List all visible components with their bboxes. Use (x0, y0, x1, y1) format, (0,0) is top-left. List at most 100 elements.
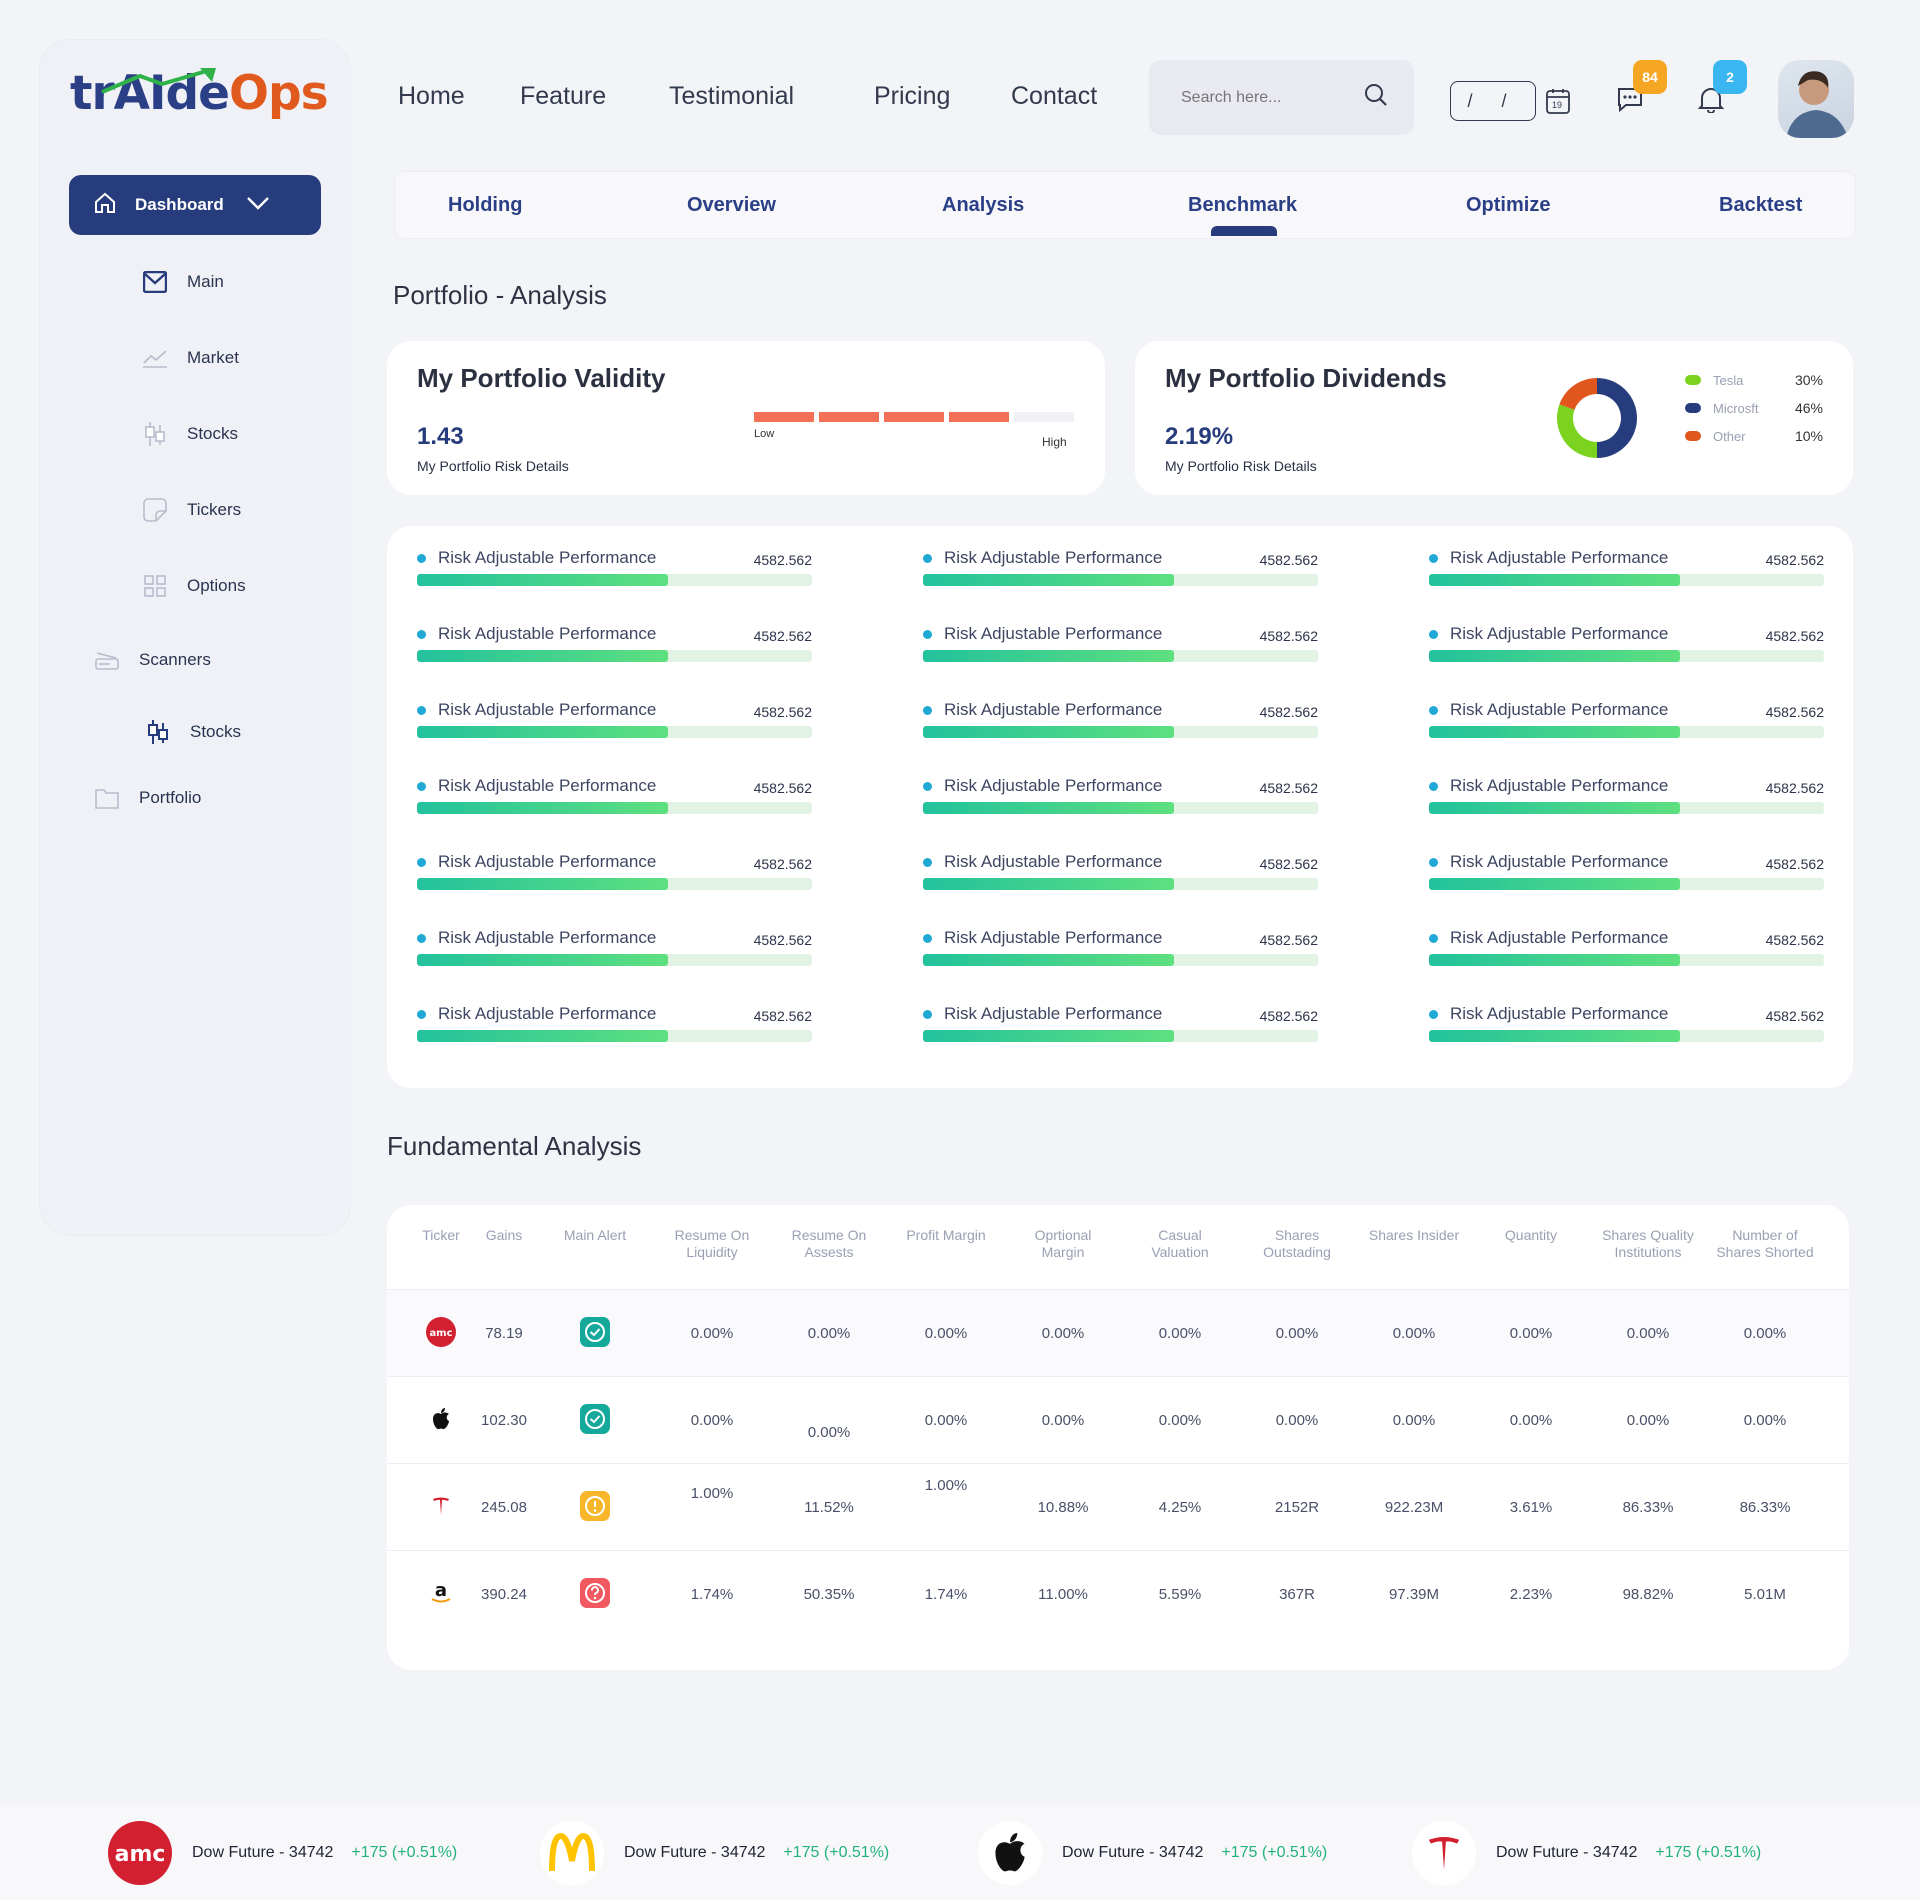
chart-line-icon (141, 344, 169, 372)
mail-icon (141, 268, 169, 296)
performance-bar-fill (1429, 726, 1680, 738)
ticker-item[interactable]: Dow Future - 34742 +175 (+0.51%) (978, 1805, 1327, 1900)
dashboard-button[interactable]: Dashboard (69, 175, 321, 235)
performance-bar (923, 802, 1318, 814)
table-row[interactable]: amc 78.19 0.00% 0.00% 0.00% 0.00% 0.00% 0.00% 0.… (387, 1289, 1849, 1376)
data-cell: 0.00% (1275, 1325, 1319, 1342)
nav-testimonial[interactable]: Testimonial (669, 82, 794, 111)
performance-item: Risk Adjustable Performance 4582.562 (923, 1004, 1318, 1042)
bullet-icon (1429, 1009, 1438, 1019)
sidebar-item-market[interactable]: Market (141, 338, 239, 378)
performance-bar (1429, 650, 1824, 662)
sidebar-item-scanners-stocks[interactable]: Stocks (144, 712, 241, 752)
column-header: Gains (485, 1227, 523, 1243)
data-cell: 0.00% (807, 1325, 851, 1342)
donut-slice (1597, 378, 1637, 458)
grid-icon (141, 572, 169, 600)
sidebar-item-options[interactable]: Options (141, 566, 246, 606)
column-header: Resume On Assests (791, 1227, 867, 1260)
column-header: Shares Quality Institutions (1602, 1227, 1694, 1260)
date-input[interactable]: / / (1450, 81, 1536, 121)
data-cell: 2152R (1274, 1499, 1320, 1516)
folder-icon (93, 784, 121, 812)
check-circle-icon[interactable] (580, 1404, 610, 1434)
donut-slice (1559, 378, 1597, 410)
data-cell: 0.00% (1743, 1325, 1787, 1342)
performance-bar-fill (923, 1030, 1174, 1042)
performance-bar-fill (417, 650, 668, 662)
candlestick-icon (144, 718, 172, 746)
page-title: Portfolio - Analysis (393, 280, 607, 310)
tab-holding[interactable]: Holding (448, 194, 522, 217)
table-row[interactable]: 102.30 0.00% 0.00% 0.00% 0.00% 0.00% 0.00% 0.00… (387, 1376, 1849, 1463)
tab-analysis[interactable]: Analysis (942, 194, 1024, 217)
search-input[interactable] (1181, 88, 1351, 107)
tab-benchmark[interactable]: Benchmark (1188, 194, 1297, 217)
performance-item: Risk Adjustable Performance 4582.562 (1429, 624, 1824, 662)
ticker-change: +175 (+0.51%) (783, 1843, 890, 1861)
data-cell: 0.00% (690, 1412, 734, 1429)
avatar[interactable] (1778, 60, 1854, 138)
performance-value: 4582.562 (1259, 932, 1318, 948)
performance-value: 4582.562 (753, 856, 812, 872)
sidebar-item-tickers[interactable]: Tickers (141, 490, 241, 530)
warning-icon[interactable] (580, 1491, 610, 1521)
performance-item: Risk Adjustable Performance 4582.562 (417, 624, 812, 662)
nav-pricing[interactable]: Pricing (874, 82, 950, 111)
performance-item: Risk Adjustable Performance 4582.562 (923, 928, 1318, 966)
nav-home[interactable]: Home (398, 82, 465, 111)
validity-meter (754, 412, 1074, 422)
sidebar-item-scanners[interactable]: Scanners (93, 640, 211, 680)
ticker-item[interactable]: amc Dow Future - 34742 +175 (+0.51%) (108, 1805, 457, 1900)
column-header: Main Alert (563, 1227, 627, 1243)
search-icon[interactable] (1364, 83, 1388, 112)
performance-value: 4582.562 (1259, 704, 1318, 720)
performance-bar-fill (417, 574, 668, 586)
tab-overview[interactable]: Overview (687, 194, 776, 217)
calendar-icon[interactable]: 19 (1546, 88, 1570, 114)
performance-bar-fill (923, 802, 1174, 814)
gains-cell: 390.24 (481, 1586, 527, 1603)
nav-contact[interactable]: Contact (1011, 82, 1097, 111)
column-header: Resume On Liquidity (674, 1227, 750, 1260)
bullet-icon (417, 1009, 426, 1019)
column-header: Casual Valuation (1151, 1227, 1209, 1260)
sidebar-item-portfolio[interactable]: Portfolio (93, 778, 201, 818)
bullet-icon (1429, 629, 1438, 639)
data-cell: 367R (1279, 1586, 1315, 1603)
ticker-change: +175 (+0.51%) (1221, 1843, 1328, 1861)
table-row[interactable]: 245.08 1.00% 11.52% 1.00% 10.88% 4.25% 2152R 92… (387, 1463, 1849, 1550)
performance-item: Risk Adjustable Performance 4582.562 (923, 776, 1318, 814)
ticker-item[interactable]: Dow Future - 34742 +175 (+0.51%) (540, 1805, 889, 1900)
data-cell: 11.52% (804, 1499, 854, 1516)
ticker-name: Dow Future - 34742 (1062, 1843, 1204, 1861)
ticker-item[interactable]: Dow Future - 34742 +175 (+0.51%) (1412, 1805, 1761, 1900)
performance-value: 4582.562 (1765, 704, 1824, 720)
tab-optimize[interactable]: Optimize (1466, 194, 1550, 217)
performance-bar-fill (417, 802, 668, 814)
tab-bar: Holding Overview Analysis Benchmark Opti… (395, 172, 1855, 238)
performance-item: Risk Adjustable Performance 4582.562 (417, 548, 812, 586)
performance-bar (923, 954, 1318, 966)
bullet-icon (923, 553, 932, 563)
active-tab-indicator (1211, 226, 1277, 236)
tab-backtest[interactable]: Backtest (1719, 194, 1802, 217)
meter-segment (754, 412, 814, 422)
question-icon[interactable] (580, 1578, 610, 1608)
column-header: Shares Outstading (1263, 1227, 1331, 1260)
performance-value: 4582.562 (1765, 856, 1824, 872)
logo-arrow-icon (101, 68, 216, 94)
sidebar-item-stocks[interactable]: Stocks (141, 414, 238, 454)
table-row[interactable]: a 390.24 1.74% 50.35% 1.74% 11.00% 5.59% 367R 97… (387, 1550, 1849, 1637)
performance-value: 4582.562 (1765, 932, 1824, 948)
check-circle-icon[interactable] (580, 1317, 610, 1347)
messages-badge: 84 (1633, 60, 1667, 94)
data-cell: 5.59% (1158, 1586, 1202, 1603)
sidebar-item-main[interactable]: Main (141, 262, 224, 302)
performance-bar (1429, 878, 1824, 890)
bullet-icon (923, 629, 932, 639)
performance-bar-fill (923, 726, 1174, 738)
data-cell: 3.61% (1509, 1499, 1553, 1516)
nav-feature[interactable]: Feature (520, 82, 606, 111)
performance-item: Risk Adjustable Performance 4582.562 (923, 548, 1318, 586)
